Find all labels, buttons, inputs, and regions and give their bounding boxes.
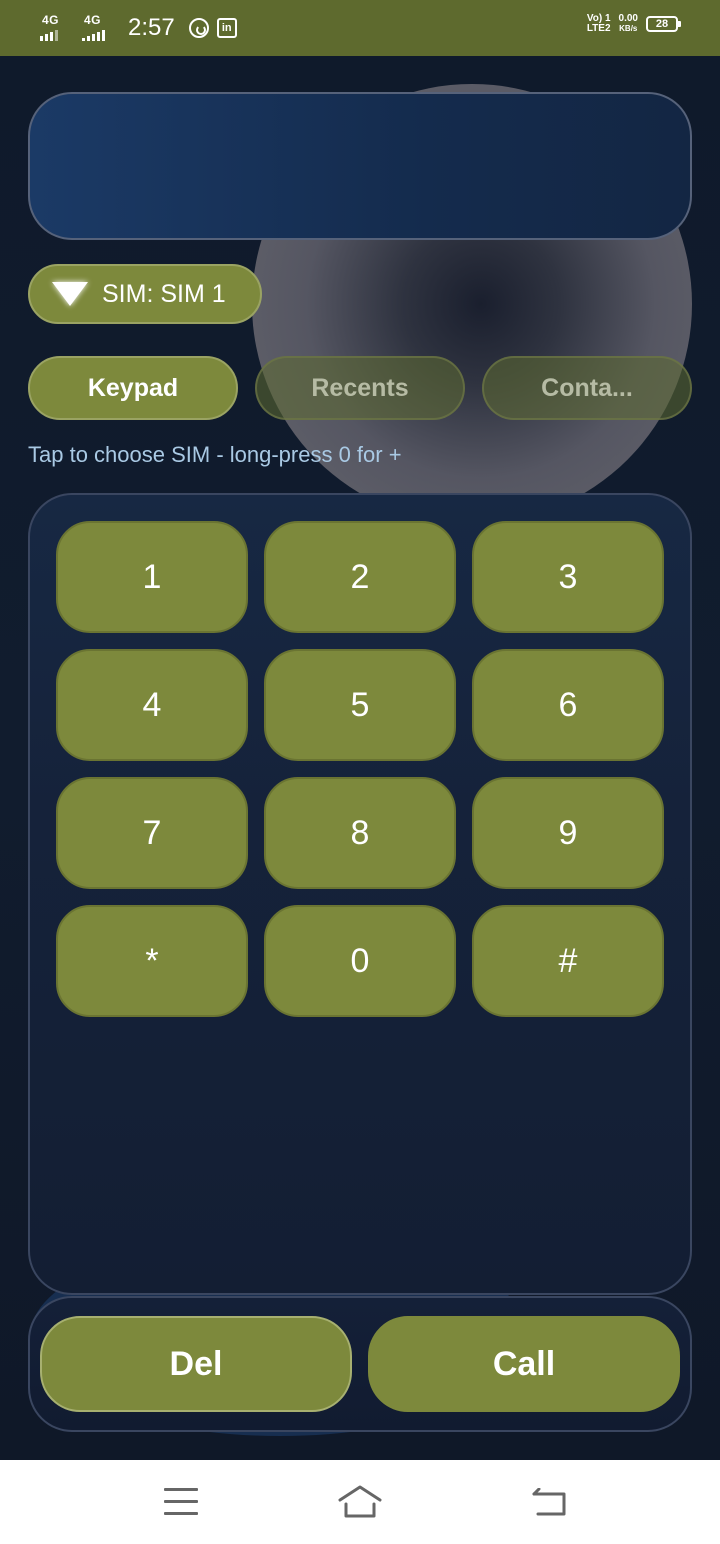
number-display[interactable] (28, 92, 692, 240)
key-0[interactable]: 0 (264, 905, 456, 1017)
tab-contacts[interactable]: Conta... (482, 356, 692, 420)
action-bar: Del Call (28, 1296, 692, 1432)
hint-text: Tap to choose SIM - long-press 0 for + (28, 442, 402, 467)
dropdown-triangle-icon (52, 282, 88, 306)
dialer-app: SIM: SIM 1 Keypad Recents Conta... Tap t… (0, 56, 720, 1460)
status-bar: 4G 4G 2:57 in Vo) 1 LTE2 0.00 KB/s 28 (0, 0, 720, 56)
call-button[interactable]: Call (368, 1316, 680, 1412)
sim-selector-button[interactable]: SIM: SIM 1 (28, 264, 262, 324)
signal-sim1-icon: 4G (40, 13, 74, 43)
network-type-1: 4G (42, 13, 60, 27)
key-star[interactable]: * (56, 905, 248, 1017)
menu-icon[interactable] (164, 1488, 198, 1516)
key-7[interactable]: 7 (56, 777, 248, 889)
sim-label: SIM: SIM 1 (102, 279, 226, 308)
key-4[interactable]: 4 (56, 649, 248, 761)
system-nav-bar (0, 1460, 720, 1544)
whatsapp-icon (188, 18, 209, 38)
network-speed: 0.00 KB/s (619, 14, 638, 34)
clock: 2:57 (128, 14, 175, 41)
volte-line2: LTE2 (586, 23, 611, 34)
key-3[interactable]: 3 (472, 521, 664, 633)
battery-icon: 28 (646, 16, 681, 32)
key-5[interactable]: 5 (264, 649, 456, 761)
network-type-2: 4G (84, 13, 102, 27)
speed-unit: KB/s (619, 24, 638, 33)
home-icon[interactable] (336, 1482, 384, 1522)
tab-keypad[interactable]: Keypad (28, 356, 238, 420)
key-2[interactable]: 2 (264, 521, 456, 633)
key-8[interactable]: 8 (264, 777, 456, 889)
back-icon[interactable] (530, 1488, 570, 1518)
delete-button[interactable]: Del (40, 1316, 352, 1412)
key-9[interactable]: 9 (472, 777, 664, 889)
key-hash[interactable]: # (472, 905, 664, 1017)
status-right: Vo) 1 LTE2 0.00 KB/s 28 (587, 14, 681, 34)
linkedin-icon: in (216, 18, 237, 38)
tab-bar: Keypad Recents Conta... (28, 356, 692, 420)
signal-sim2-icon: 4G (82, 13, 116, 43)
battery-level: 28 (655, 18, 669, 30)
key-6[interactable]: 6 (472, 649, 664, 761)
volte-indicator: Vo) 1 LTE2 (587, 14, 611, 34)
key-1[interactable]: 1 (56, 521, 248, 633)
status-left: 4G 4G 2:57 in (40, 10, 237, 46)
tab-recents[interactable]: Recents (255, 356, 465, 420)
speed-value: 0.00 (618, 13, 638, 24)
keypad-panel: 1 2 3 4 5 6 7 8 9 * 0 # (28, 493, 692, 1295)
